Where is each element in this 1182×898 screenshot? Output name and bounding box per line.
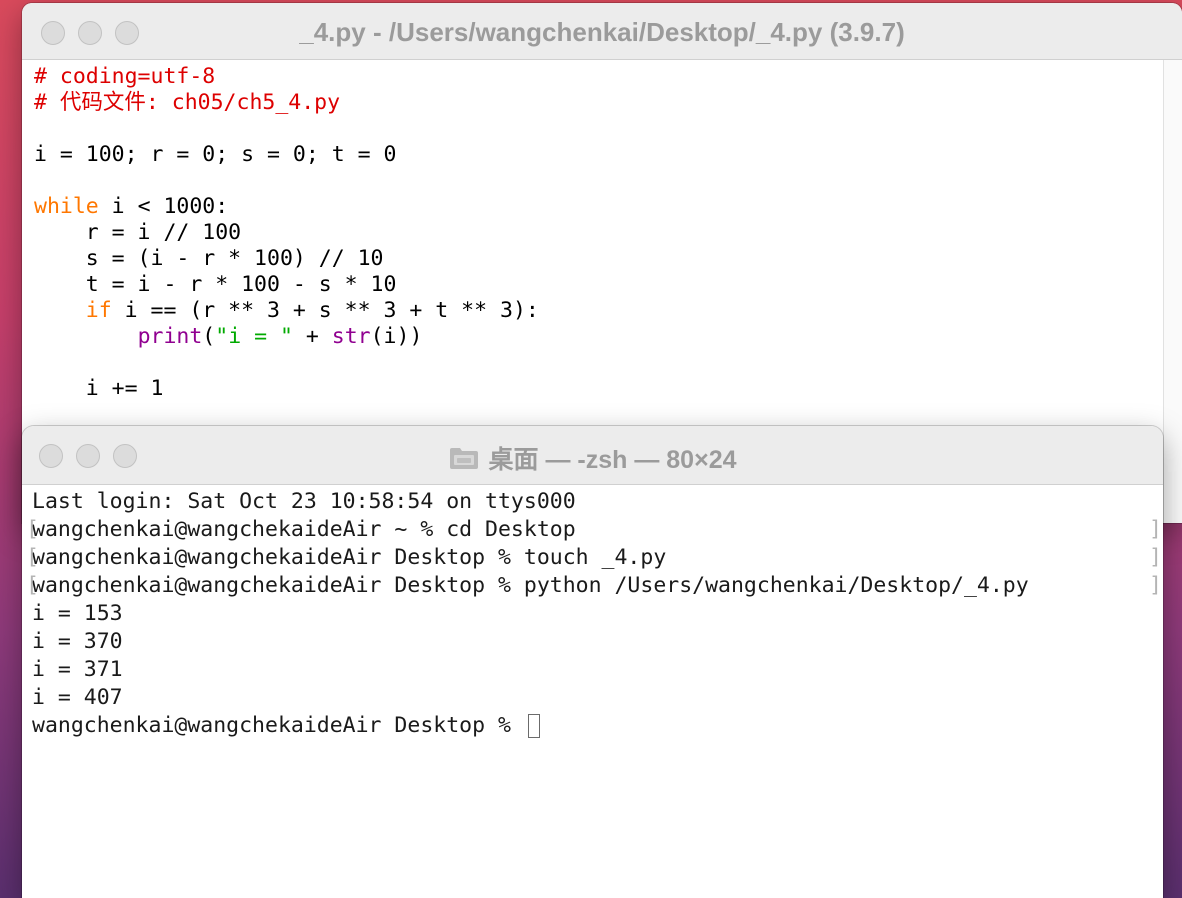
mark-bracket-close: ] (1149, 545, 1162, 570)
code-text: (i)) (370, 324, 423, 349)
comment: # 代码文件: ch05/ch5_4.py (34, 90, 341, 115)
terminal-title-group: 桌面 — -zsh — 80×24 (22, 440, 1163, 476)
terminal-line: Last login: Sat Oct 23 10:58:54 on ttys0… (32, 489, 576, 514)
terminal-output-line: i = 371 (32, 657, 123, 682)
mark-bracket-close: ] (1149, 517, 1162, 542)
terminal-command: wangchenkai@wangchekaideAir ~ % cd Deskt… (32, 517, 576, 542)
keyword-if: if (85, 298, 112, 323)
string-literal: "i = " (215, 324, 293, 349)
editor-window-title: _4.py - /Users/wangchenkai/Desktop/_4.py… (299, 17, 905, 47)
terminal-command: wangchenkai@wangchekaideAir Desktop % py… (32, 573, 1029, 598)
terminal-window: 桌面 — -zsh — 80×24 Last login: Sat Oct 23… (22, 426, 1163, 898)
code-line: print("i = " + str(i)) (34, 324, 1164, 350)
code-line: s = (i - r * 100) // 10 (34, 246, 384, 271)
terminal-output-line: i = 153 (32, 601, 123, 626)
code-text: i < 1000: (98, 194, 229, 219)
terminal-prompt-line: wangchenkai@wangchekaideAir Desktop % (32, 712, 1163, 740)
terminal-line: [wangchenkai@wangchekaideAir Desktop % p… (26, 572, 1163, 600)
keyword-while: while (34, 194, 99, 219)
code-text: i == (r ** 3 + s ** 3 + t ** 3): (111, 298, 539, 323)
terminal-output-line: i = 370 (32, 629, 123, 654)
mark-bracket-open: [ (26, 545, 39, 570)
builtin-print: print (137, 324, 203, 349)
terminal-output[interactable]: Last login: Sat Oct 23 10:58:54 on ttys0… (22, 485, 1163, 898)
code-line: i += 1 (34, 376, 164, 401)
code-text: ( (202, 324, 216, 349)
text-cursor[interactable] (527, 714, 540, 738)
terminal-command: wangchenkai@wangchekaideAir Desktop % to… (32, 545, 667, 570)
terminal-line: [wangchenkai@wangchekaideAir Desktop % t… (26, 544, 1163, 572)
code-text: + (292, 324, 332, 349)
builtin-str: str (331, 324, 371, 349)
code-line: while i < 1000: (34, 194, 1164, 220)
mark-bracket-open: [ (26, 573, 39, 598)
code-line: r = i // 100 (34, 220, 242, 245)
code-line: # coding=utf-8 (34, 64, 1164, 90)
terminal-prompt: wangchenkai@wangchekaideAir Desktop % (32, 713, 524, 738)
code-line: t = i - r * 100 - s * 10 (34, 272, 397, 297)
code-line: i = 100; r = 0; s = 0; t = 0 (34, 142, 397, 167)
code-line: # 代码文件: ch05/ch5_4.py (34, 90, 1164, 116)
terminal-output-line: i = 407 (32, 685, 123, 710)
editor-titlebar[interactable]: _4.py - /Users/wangchenkai/Desktop/_4.py… (22, 3, 1182, 60)
folder-icon (449, 446, 479, 470)
code-line: if i == (r ** 3 + s ** 3 + t ** 3): (34, 298, 1164, 324)
terminal-window-title: 桌面 — -zsh — 80×24 (488, 446, 737, 474)
terminal-line: [wangchenkai@wangchekaideAir ~ % cd Desk… (26, 516, 1163, 544)
editor-scrollbar[interactable] (1163, 60, 1182, 523)
terminal-titlebar[interactable]: 桌面 — -zsh — 80×24 (22, 426, 1163, 485)
mark-bracket-open: [ (26, 517, 39, 542)
mark-bracket-close: ] (1149, 573, 1162, 598)
comment: # coding=utf-8 (34, 64, 216, 89)
